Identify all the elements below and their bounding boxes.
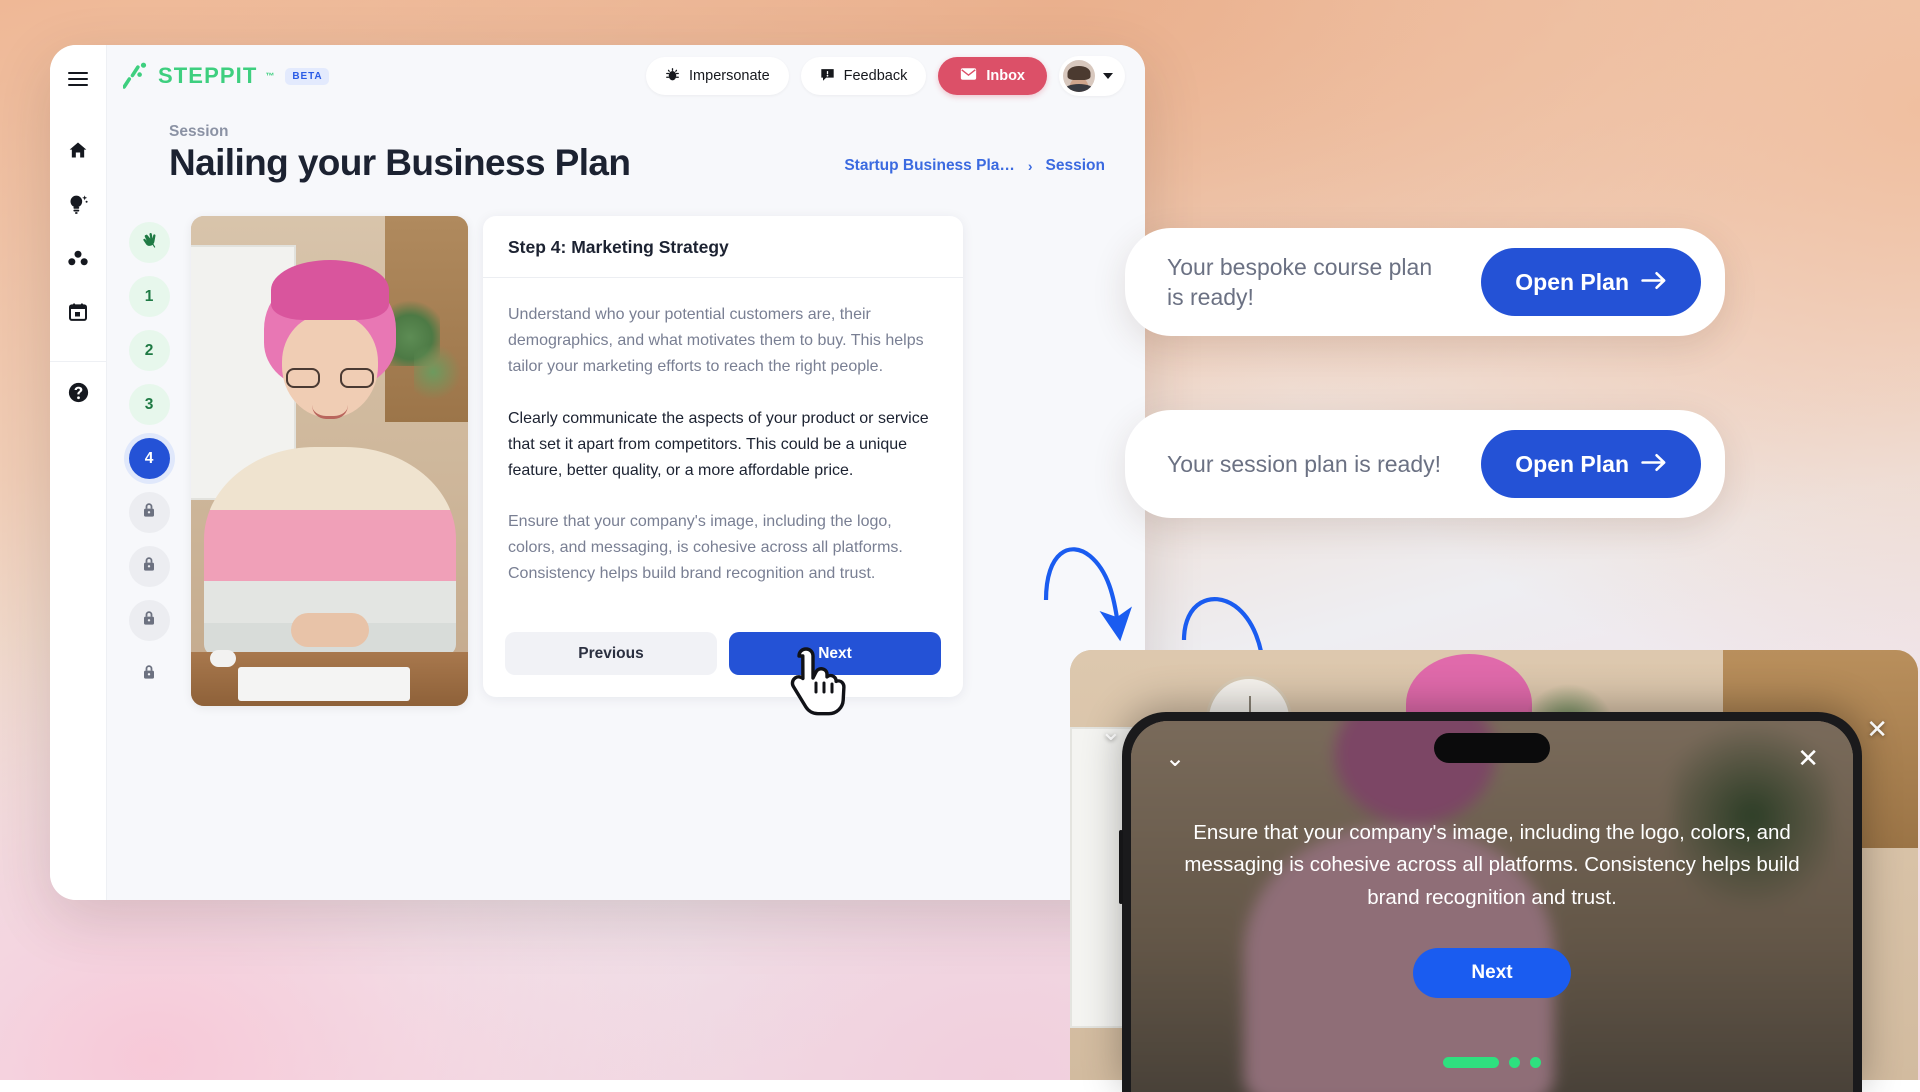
calendar-icon <box>68 302 88 327</box>
left-icon-rail <box>50 45 107 900</box>
breadcrumb-parent[interactable]: Startup Business Pla… <box>844 157 1015 175</box>
notification-course-plan: Your bespoke course plan is ready! Open … <box>1125 228 1725 336</box>
progress-dot-2 <box>1509 1057 1520 1068</box>
app-window: STEPPIT ™ BETA <box>50 45 1145 900</box>
step-6-locked[interactable] <box>129 546 170 587</box>
envelope-icon <box>960 67 977 85</box>
breadcrumb-separator: › <box>1028 158 1033 174</box>
bug-icon <box>665 67 680 86</box>
step-rail: 1 2 3 4 <box>107 216 191 900</box>
brand-wordmark: STEPPIT <box>158 63 257 89</box>
lock-icon <box>142 664 156 685</box>
help-circle-icon <box>68 382 89 408</box>
comment-alert-icon <box>820 67 835 86</box>
progress-bar-active <box>1443 1057 1499 1068</box>
phone-chevron-down-icon[interactable]: ⌄ <box>1165 747 1185 771</box>
step-2[interactable]: 2 <box>129 330 170 371</box>
breadcrumb: Startup Business Pla… › Session <box>844 157 1105 184</box>
step-nav: Previous Next <box>483 619 963 697</box>
impersonate-button[interactable]: Impersonate <box>646 57 789 95</box>
session-photo <box>191 216 468 706</box>
inbox-button[interactable]: Inbox <box>938 57 1047 95</box>
open-plan-label: Open Plan <box>1515 451 1629 478</box>
step-1[interactable]: 1 <box>129 276 170 317</box>
phone-mockup: ⌄ ✕ Ensure that your company's image, in… <box>1122 712 1862 1092</box>
beta-badge: BETA <box>285 68 329 85</box>
group-dots-icon <box>68 249 88 272</box>
feedback-label: Feedback <box>844 68 908 84</box>
wave-hand-icon <box>140 231 159 255</box>
open-session-plan-button[interactable]: Open Plan <box>1481 430 1701 498</box>
feedback-button[interactable]: Feedback <box>801 57 927 95</box>
open-course-plan-button[interactable]: Open Plan <box>1481 248 1701 316</box>
step-3[interactable]: 3 <box>129 384 170 425</box>
phone-screen: ⌄ ✕ Ensure that your company's image, in… <box>1131 721 1853 1092</box>
page-header: Session Nailing your Business Plan Start… <box>107 107 1145 184</box>
lock-icon <box>142 502 156 523</box>
breadcrumb-current[interactable]: Session <box>1046 157 1105 175</box>
step-paragraph-2: Clearly communicate the aspects of your … <box>508 406 938 484</box>
phone-content: Ensure that your company's image, includ… <box>1131 817 1853 998</box>
sidebar-item-ideas[interactable] <box>59 187 97 225</box>
lightbulb-sparkle-icon <box>68 193 88 220</box>
progress-dot-3 <box>1530 1057 1541 1068</box>
arrow-right-icon <box>1641 451 1667 478</box>
step-paragraph-3: Ensure that your company's image, includ… <box>508 509 938 587</box>
account-menu[interactable] <box>1059 56 1125 96</box>
step-title: Step 4: Marketing Strategy <box>483 216 963 278</box>
notification-session-text: Your session plan is ready! <box>1167 449 1451 479</box>
phone-side-button <box>1119 830 1123 904</box>
session-body: 1 2 3 4 <box>107 184 1145 900</box>
step-7-locked[interactable] <box>129 600 170 641</box>
sidebar-item-calendar[interactable] <box>59 295 97 333</box>
top-bar: STEPPIT ™ BETA <box>107 45 1145 107</box>
avatar <box>1063 60 1095 92</box>
page-eyebrow: Session <box>169 123 844 141</box>
preview-panel-close-icon[interactable]: ✕ <box>1866 716 1888 742</box>
next-button[interactable]: Next <box>729 632 941 675</box>
hamburger-icon[interactable] <box>62 63 94 95</box>
preview-panel-chevron-down-icon[interactable]: ⌄ <box>1100 718 1122 744</box>
arrow-right-icon <box>1641 269 1667 296</box>
sidebar-item-community[interactable] <box>59 241 97 279</box>
rail-divider <box>50 361 107 362</box>
inbox-label: Inbox <box>986 68 1025 84</box>
home-icon <box>68 140 88 165</box>
step-content-card: Step 4: Marketing Strategy Understand wh… <box>483 216 963 697</box>
phone-close-icon[interactable]: ✕ <box>1797 745 1819 771</box>
step-paragraph-1: Understand who your potential customers … <box>508 302 938 380</box>
step-body: Understand who your potential customers … <box>483 278 963 619</box>
chevron-down-icon <box>1103 73 1113 79</box>
steppit-mark-icon <box>123 61 151 91</box>
notification-session-plan: Your session plan is ready! Open Plan <box>1125 410 1725 518</box>
step-8-locked[interactable] <box>129 654 170 695</box>
phone-notch <box>1434 733 1550 763</box>
brand-tm: ™ <box>265 71 274 81</box>
step-intro[interactable] <box>129 222 170 263</box>
open-plan-label: Open Plan <box>1515 269 1629 296</box>
phone-next-button[interactable]: Next <box>1413 948 1570 998</box>
impersonate-label: Impersonate <box>689 68 770 84</box>
sidebar-item-home[interactable] <box>59 133 97 171</box>
sidebar-item-help[interactable] <box>59 376 97 414</box>
notification-course-text: Your bespoke course plan is ready! <box>1167 252 1451 313</box>
main-pane: STEPPIT ™ BETA <box>107 45 1145 900</box>
lock-icon <box>142 556 156 577</box>
previous-button[interactable]: Previous <box>505 632 717 675</box>
phone-progress-indicator[interactable] <box>1443 1057 1541 1068</box>
lock-icon <box>142 610 156 631</box>
brand-logo[interactable]: STEPPIT ™ BETA <box>123 61 329 91</box>
phone-step-text: Ensure that your company's image, includ… <box>1177 817 1807 914</box>
step-4[interactable]: 4 <box>129 438 170 479</box>
page-title: Nailing your Business Plan <box>169 142 844 184</box>
topbar-actions: Impersonate Feedback <box>646 56 1125 96</box>
step-5-locked[interactable] <box>129 492 170 533</box>
